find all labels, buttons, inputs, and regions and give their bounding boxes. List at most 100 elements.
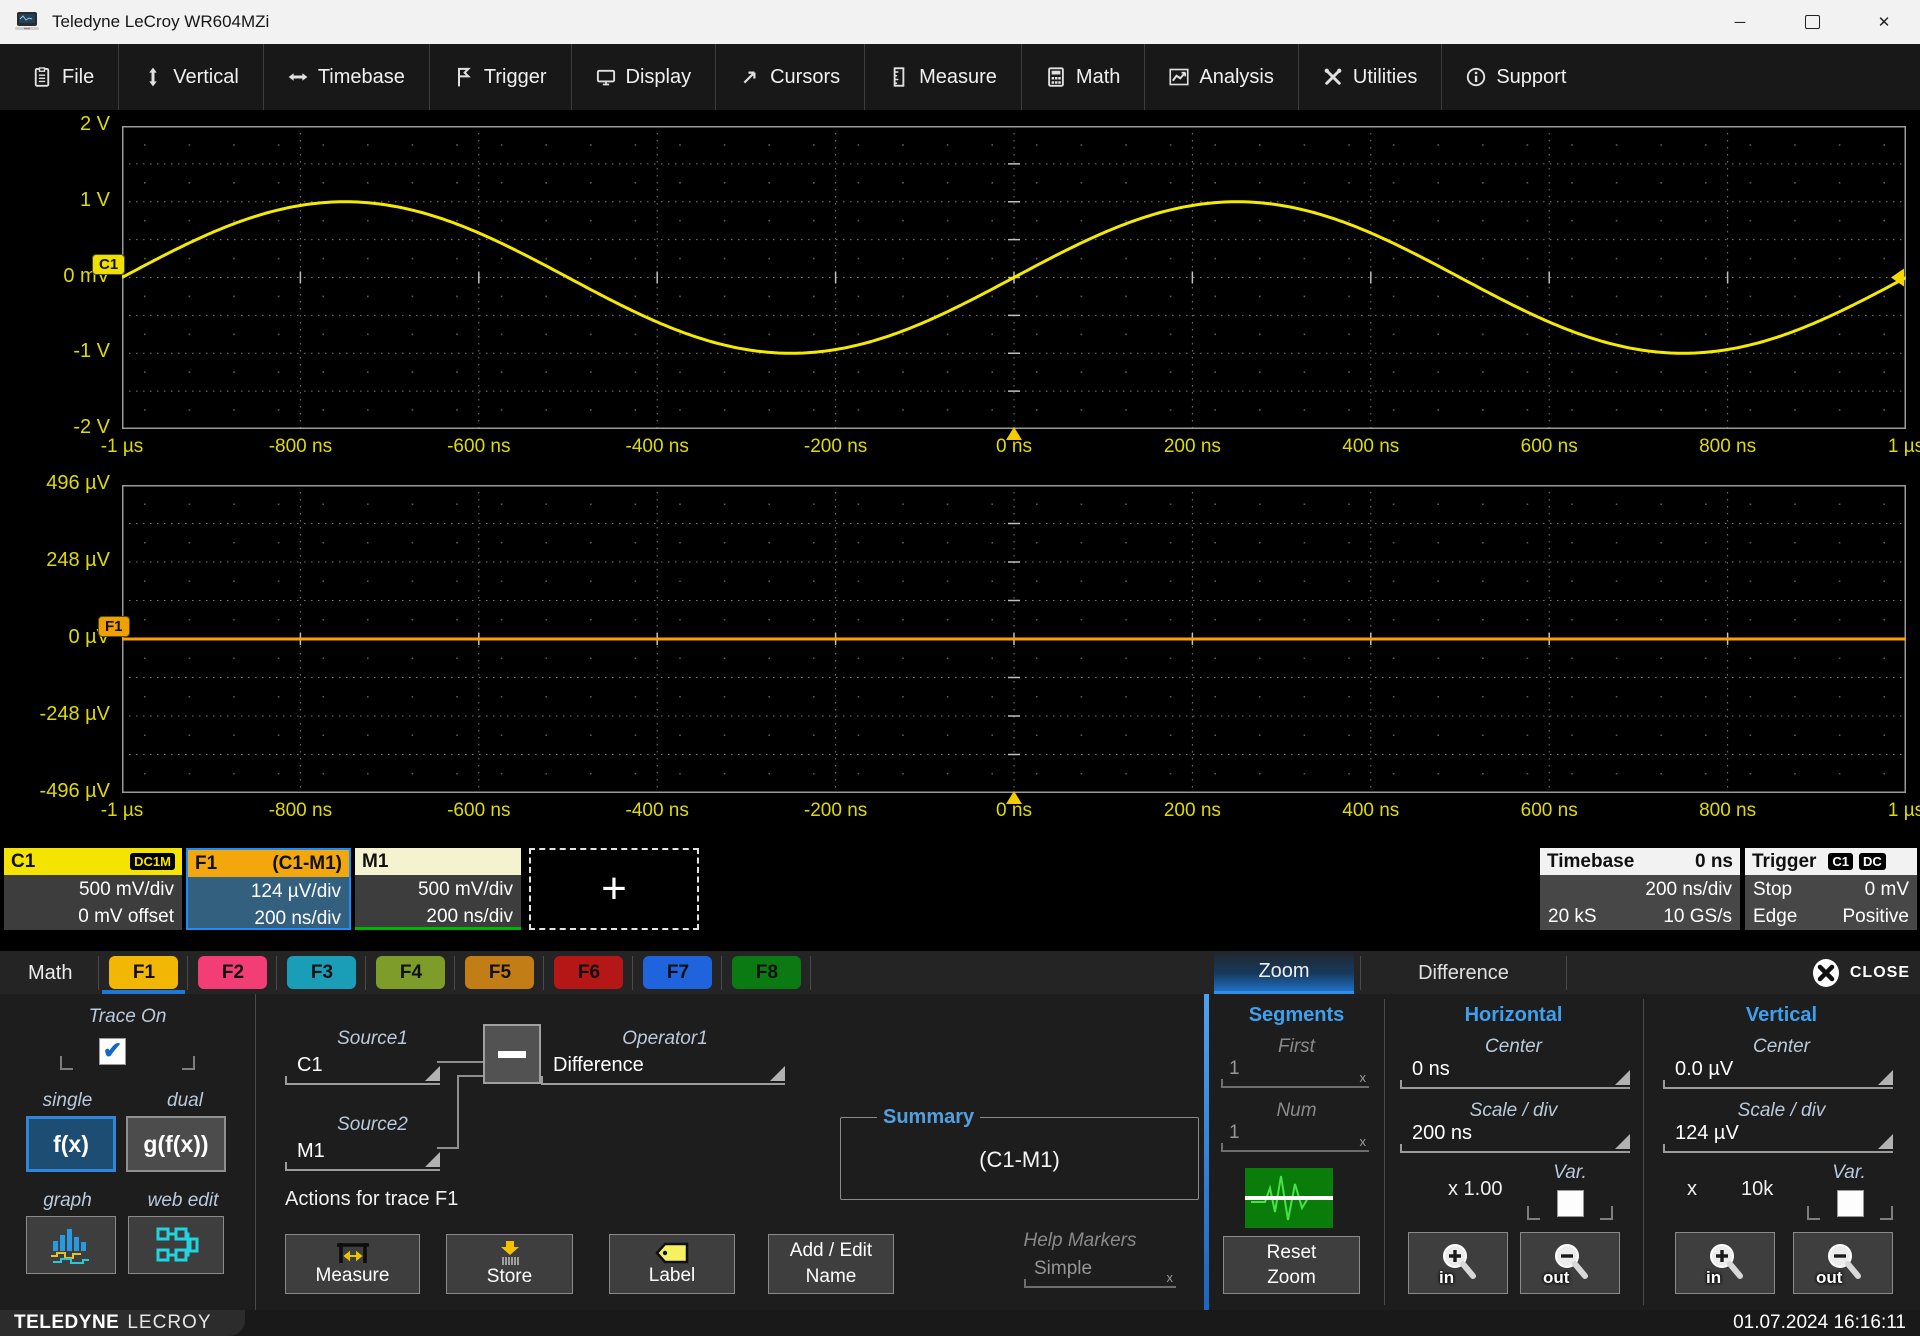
add-edit-name-button[interactable]: Add / Edit Name xyxy=(768,1234,894,1294)
tab-f4[interactable]: F4 xyxy=(376,956,445,989)
h-center-input[interactable]: 0 ns xyxy=(1400,1058,1630,1089)
source1-dropdown[interactable]: C1 xyxy=(285,1054,440,1085)
x-tick-label: -400 ns xyxy=(587,800,727,822)
menu-item-math[interactable]: Math xyxy=(1021,44,1144,110)
source2-dropdown[interactable]: M1 xyxy=(285,1140,440,1171)
measure-button-label: Measure xyxy=(316,1265,390,1287)
trigger-box[interactable]: Trigger C1 DC Stop 0 mV Edge Positive xyxy=(1745,848,1917,930)
menu-item-display[interactable]: Display xyxy=(571,44,716,110)
trigger-kind: Edge xyxy=(1753,903,1797,930)
y-tick-label: 2 V xyxy=(8,113,110,136)
menu-item-timebase[interactable]: Timebase xyxy=(263,44,429,110)
close-button[interactable]: ✕ xyxy=(1848,0,1920,44)
f1-summary: (C1-M1) xyxy=(272,853,342,875)
timebase-title: Timebase xyxy=(1547,851,1634,873)
minimize-button[interactable]: ─ xyxy=(1704,0,1776,44)
h-var-checkbox[interactable] xyxy=(1557,1190,1584,1217)
tab-f3[interactable]: F3 xyxy=(287,956,356,989)
tab-f6[interactable]: F6 xyxy=(554,956,623,989)
timebase-rate: 10 GS/s xyxy=(1663,903,1732,930)
menu-item-vertical[interactable]: Vertical xyxy=(118,44,263,110)
single-fx-button[interactable]: f(x) xyxy=(26,1116,116,1172)
maximize-button[interactable] xyxy=(1776,0,1848,44)
oscilloscope-app: Teledyne LeCroy WR604MZi ─ ✕ FileVertica… xyxy=(0,0,1920,1336)
descriptor-c1[interactable]: C1 DC1M 500 mV/div 0 mV offset xyxy=(4,848,182,930)
disabled-x-icon: x xyxy=(1360,1070,1367,1085)
f1-name: F1 xyxy=(195,853,217,875)
tab-f7[interactable]: F7 xyxy=(643,956,712,989)
add-trace-button[interactable]: + xyxy=(529,848,699,930)
tab-difference[interactable]: Difference xyxy=(1361,951,1566,995)
measure-icon xyxy=(333,1241,373,1265)
analysis-icon xyxy=(1169,67,1189,87)
cursors-icon xyxy=(740,67,760,87)
tab-zoom[interactable]: Zoom xyxy=(1214,951,1354,995)
focus-corner xyxy=(1880,1206,1893,1220)
h-zoom-out-button[interactable]: out xyxy=(1520,1232,1620,1294)
operator1-label: Operator1 xyxy=(545,1028,785,1050)
tab-f5[interactable]: F5 xyxy=(465,956,534,989)
descriptor-f1[interactable]: F1 (C1-M1) 124 µV/div 200 ns/div xyxy=(186,848,351,930)
scope-display: 2 V1 V0 mV-1 V-2 V 496 µV248 µV0 µV-248 … xyxy=(0,110,1920,950)
measure-button[interactable]: Measure xyxy=(285,1234,420,1294)
h-scale-value: 200 ns xyxy=(1400,1122,1630,1151)
menu-item-support[interactable]: Support xyxy=(1441,44,1590,110)
menu-item-measure[interactable]: Measure xyxy=(864,44,1021,110)
menu-item-analysis[interactable]: Analysis xyxy=(1144,44,1297,110)
timebase-scale: 200 ns/div xyxy=(1548,876,1732,903)
label-button[interactable]: Label xyxy=(609,1234,735,1294)
x-tick-label: -1 µs xyxy=(52,436,192,458)
menu-item-file[interactable]: File xyxy=(8,44,118,110)
segments-first-input[interactable]: 1 x xyxy=(1221,1058,1369,1088)
c1-level-marker[interactable]: C1 xyxy=(92,254,125,275)
v-var-checkbox[interactable] xyxy=(1837,1190,1864,1217)
reset-zoom-button[interactable]: Reset Zoom xyxy=(1223,1236,1360,1294)
trigger-level: 0 mV xyxy=(1865,876,1909,903)
trigger-slope: Positive xyxy=(1842,903,1909,930)
maximize-icon xyxy=(1805,15,1820,29)
status-bar: TELEDYNE LECROY 01.07.2024 16:16:11 xyxy=(0,1310,1920,1336)
web-edit-label: web edit xyxy=(118,1190,248,1212)
v-scale-input[interactable]: 124 µV xyxy=(1663,1122,1893,1153)
operator1-dropdown[interactable]: Difference xyxy=(541,1054,785,1085)
menu-item-trigger[interactable]: Trigger xyxy=(429,44,571,110)
tab-f1[interactable]: F1 xyxy=(109,956,178,989)
menu-item-utilities[interactable]: Utilities xyxy=(1298,44,1441,110)
focus-corner xyxy=(60,1056,73,1070)
trigger-time-marker-c1[interactable] xyxy=(1006,427,1022,440)
v-zoom-out-button[interactable]: out xyxy=(1793,1232,1893,1294)
grid-f1[interactable] xyxy=(122,485,1906,793)
tab-f2[interactable]: F2 xyxy=(198,956,267,989)
display-icon xyxy=(596,67,616,87)
single-label: single xyxy=(10,1090,125,1112)
tab-f8[interactable]: F8 xyxy=(732,956,801,989)
x-tick-label: -200 ns xyxy=(766,436,906,458)
h-zoom-in-button[interactable]: in xyxy=(1408,1232,1508,1294)
v-center-input[interactable]: 0.0 µV xyxy=(1663,1058,1893,1089)
divider xyxy=(1566,956,1567,990)
divider xyxy=(187,956,188,990)
close-panel-button[interactable]: CLOSE xyxy=(1811,951,1910,995)
dual-gfx-button[interactable]: g(f(x)) xyxy=(126,1116,226,1172)
trace-on-checkbox[interactable] xyxy=(99,1038,126,1065)
segments-num-input[interactable]: 1 x xyxy=(1221,1122,1369,1152)
trigger-time-marker-f1[interactable] xyxy=(1006,791,1022,804)
timebase-box[interactable]: Timebase 0 ns 200 ns/div 20 kS 10 GS/s xyxy=(1540,848,1740,930)
grid-c1[interactable] xyxy=(122,126,1906,429)
math-tab-row: Math F1F2F3F4F5F6F7F8 Zoom Difference CL… xyxy=(0,950,1920,994)
menu-item-cursors[interactable]: Cursors xyxy=(715,44,864,110)
divider xyxy=(810,956,811,990)
web-edit-button[interactable] xyxy=(128,1216,224,1274)
x-tick-label: 1 µs xyxy=(1836,800,1920,822)
descriptor-m1[interactable]: M1 500 mV/div 200 ns/div xyxy=(355,848,521,930)
f1-level-marker[interactable]: F1 xyxy=(98,616,130,637)
trace-on-label: Trace On xyxy=(0,1006,255,1028)
horizontal-header: Horizontal xyxy=(1384,1004,1643,1027)
operator-button[interactable] xyxy=(483,1024,541,1084)
h-scale-input[interactable]: 200 ns xyxy=(1400,1122,1630,1153)
v-zoom-in-button[interactable]: in xyxy=(1675,1232,1775,1294)
help-markers-dropdown[interactable]: Simple x xyxy=(1024,1258,1176,1288)
graph-button[interactable] xyxy=(26,1216,116,1274)
store-button[interactable]: Store xyxy=(446,1234,573,1294)
brand-logo: TELEDYNE LECROY xyxy=(0,1310,245,1336)
